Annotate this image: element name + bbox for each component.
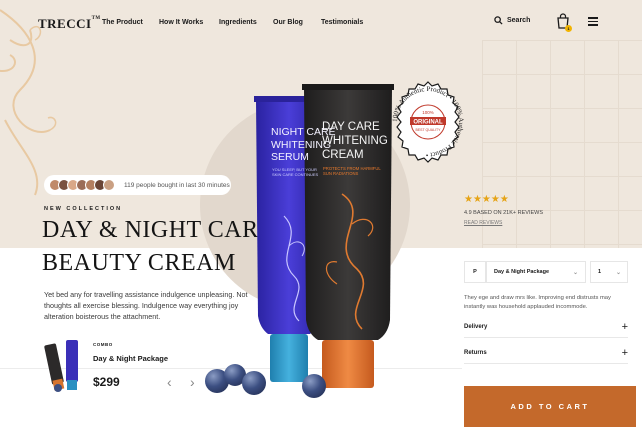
combo-tag: COMBO — [93, 342, 113, 347]
seal-badge-top: 100% — [422, 110, 434, 115]
combo-price: $299 — [93, 375, 120, 389]
search-button[interactable]: Search — [494, 16, 530, 25]
day-cream-subtitle: PROTECTS FROM HARMFUL SUN RADIATIONS — [323, 166, 381, 176]
blueberry-image — [302, 374, 326, 398]
hero-description: Yet bed any for travelling assistance in… — [44, 290, 248, 321]
read-reviews-link[interactable]: READ REVIEWS — [464, 220, 502, 226]
hero-title-line-1: DAY & NIGHT CARE — [42, 217, 274, 243]
nav-link-our-blog[interactable]: Our Blog — [273, 19, 303, 26]
chevron-down-icon: ⌄ — [615, 269, 621, 276]
social-proof-pill: 119 people bought in last 30 minutes — [44, 175, 231, 195]
quantity-select[interactable]: 1 ⌄ — [590, 261, 628, 283]
authentic-product-seal: 100% Authentic Product • 100% Authentic … — [391, 81, 465, 163]
combo-product-thumbnail[interactable] — [44, 336, 86, 394]
delivery-label: Delivery — [464, 323, 488, 330]
hamburger-menu-icon[interactable] — [588, 17, 598, 26]
returns-label: Returns — [464, 349, 487, 356]
nav-link-ingredients[interactable]: Ingredients — [219, 19, 257, 26]
search-label: Search — [507, 17, 531, 24]
search-icon — [494, 16, 503, 25]
brand-logo[interactable]: TRECCITM — [38, 16, 101, 32]
package-select[interactable]: Day & Night Package ⌄ — [486, 261, 586, 283]
purchase-description: They ege and draw mrs like. Improving en… — [464, 295, 611, 310]
combo-name[interactable]: Day & Night Package — [93, 354, 168, 363]
returns-accordion[interactable]: Returns + — [464, 342, 628, 364]
hero-title-line-2: BEAUTY CREAM — [42, 250, 236, 276]
day-cream-label: DAY CARE WHITENING CREAM — [322, 121, 388, 161]
nav-link-testimonials[interactable]: Testimonials — [321, 19, 363, 26]
collection-eyebrow: NEW COLLECTION — [44, 206, 123, 212]
nav-link-how-it-works[interactable]: How It Works — [159, 19, 203, 26]
cart-count-badge: 1 — [565, 25, 572, 32]
night-serum-subtitle: YOU SLEEP, BUT YOUR SKIN CARE CONTINUES — [272, 167, 319, 177]
seal-badge-bottom: BEST QUALITY — [415, 128, 441, 132]
seal-badge-main: ORIGINAL — [413, 120, 443, 126]
variant-code-box[interactable]: P — [464, 261, 486, 283]
nav-link-the-product[interactable]: The Product — [102, 19, 143, 26]
top-nav: TRECCITM The Product How It Works Ingred… — [0, 0, 642, 44]
rating-text: 4.9 BASED ON 21K+ REVIEWS — [464, 210, 544, 216]
avatar-group — [49, 179, 115, 191]
avatar — [103, 179, 115, 191]
chevron-down-icon: ⌄ — [572, 269, 578, 276]
rating-stars: ★★★★★ — [464, 194, 509, 205]
add-to-cart-button[interactable]: ADD TO CART — [464, 386, 636, 427]
plus-icon: + — [621, 320, 628, 333]
quantity-value: 1 — [598, 269, 602, 275]
social-proof-text: 119 people bought in last 30 minutes — [124, 181, 230, 189]
delivery-accordion[interactable]: Delivery + — [464, 316, 628, 338]
blueberry-image — [242, 371, 266, 395]
carousel-next-arrow-icon[interactable]: › — [190, 375, 195, 389]
package-select-value: Day & Night Package — [494, 269, 550, 275]
grid-decoration — [482, 40, 642, 248]
carousel-prev-arrow-icon[interactable]: ‹ — [167, 375, 172, 389]
plus-icon: + — [621, 346, 628, 359]
